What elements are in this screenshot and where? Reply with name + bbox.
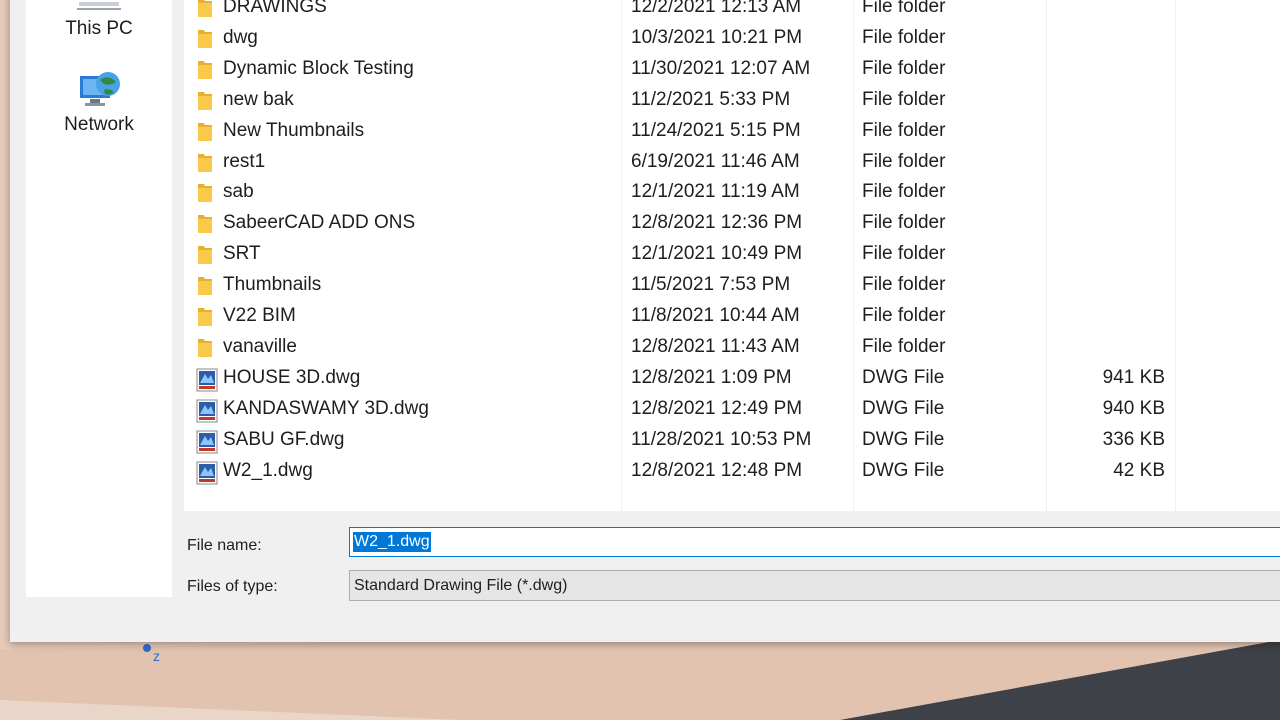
folder-icon xyxy=(196,121,214,148)
file-type-cell: File folder xyxy=(862,119,946,141)
dwg-file-icon xyxy=(196,430,218,459)
file-type-cell: DWG File xyxy=(862,428,945,450)
date-modified-cell: 6/19/2021 11:46 AM xyxy=(631,150,800,172)
file-name-cell: sab xyxy=(223,181,254,203)
file-type-cell: DWG File xyxy=(862,397,945,419)
date-modified-cell: 11/30/2021 12:07 AM xyxy=(631,57,811,79)
folder-icon xyxy=(196,90,214,117)
date-modified-cell: 10/3/2021 10:21 PM xyxy=(631,26,803,48)
file-name-cell: SABU GF.dwg xyxy=(223,428,345,450)
file-type-cell: File folder xyxy=(862,57,946,79)
file-name-cell: SabeerCAD ADD ONS xyxy=(223,212,416,234)
folder-icon xyxy=(196,213,214,240)
file-name-cell: dwg xyxy=(223,26,258,48)
folder-icon xyxy=(196,275,214,302)
nav-item-label: Network xyxy=(64,114,134,135)
file-name-cell: DRAWINGS xyxy=(223,0,327,17)
file-name-cell: HOUSE 3D.dwg xyxy=(223,366,361,388)
list-item[interactable]: DRAWINGS 12/2/2021 12:13 AM File folder xyxy=(184,0,1280,24)
file-size-cell: 336 KB xyxy=(1102,428,1165,450)
file-type-cell: File folder xyxy=(862,181,946,203)
file-name-value: W2_1.dwg xyxy=(353,532,431,552)
list-item[interactable]: SabeerCAD ADD ONS 12/8/2021 12:36 PM File … xyxy=(184,209,1280,240)
list-item[interactable]: SABU GF.dwg 11/28/2021 10:53 PM DWG File 33… xyxy=(184,426,1280,457)
file-name-cell: vanaville xyxy=(223,335,297,357)
folder-icon xyxy=(196,244,214,271)
file-name-label: File name: xyxy=(187,537,262,554)
date-modified-cell: 11/28/2021 10:53 PM xyxy=(631,428,812,450)
date-modified-cell: 11/2/2021 5:33 PM xyxy=(631,88,791,110)
file-size-cell: 42 KB xyxy=(1113,459,1165,481)
folder-icon xyxy=(196,152,214,179)
network-icon xyxy=(80,72,120,106)
folder-icon xyxy=(196,306,214,333)
file-name-cell: new bak xyxy=(223,88,294,110)
svg-text:z: z xyxy=(153,648,160,664)
file-name-cell: rest1 xyxy=(223,150,266,172)
file-type-cell: File folder xyxy=(862,305,946,326)
list-item[interactable]: Dynamic Block Testing 11/30/2021 12:07 AM… xyxy=(184,55,1280,86)
file-name-cell: Dynamic Block Testing xyxy=(223,57,414,79)
file-type-cell: File folder xyxy=(862,88,946,110)
list-item[interactable]: Thumbnails 11/5/2021 7:53 PM File folder xyxy=(184,271,1280,302)
file-type-cell: DWG File xyxy=(862,459,945,481)
nav-item-label: This PC xyxy=(65,18,133,39)
folder-icon xyxy=(196,337,214,364)
folder-icon xyxy=(196,59,214,86)
date-modified-cell: 12/1/2021 10:49 PM xyxy=(631,243,803,265)
date-modified-cell: 12/8/2021 1:09 PM xyxy=(631,366,792,388)
file-type-cell: File folder xyxy=(862,150,946,172)
folder-icon xyxy=(196,0,214,24)
list-item[interactable]: SRT 12/1/2021 10:49 PM File folder xyxy=(184,240,1280,271)
file-type-value: Standard Drawing File (*.dwg) xyxy=(354,577,568,594)
file-type-cell: File folder xyxy=(862,335,946,357)
file-type-cell: File folder xyxy=(862,243,946,265)
list-item[interactable]: New Thumbnails 11/24/2021 5:15 PM File fol… xyxy=(184,117,1280,148)
file-type-cell: File folder xyxy=(862,26,946,48)
list-item[interactable]: HOUSE 3D.dwg 12/8/2021 1:09 PM DWG File 941… xyxy=(184,364,1280,395)
file-type-cell: DWG File xyxy=(862,366,945,388)
date-modified-cell: 12/2/2021 12:13 AM xyxy=(631,0,802,17)
date-modified-cell: 12/1/2021 11:19 AM xyxy=(631,181,800,203)
folder-icon xyxy=(196,28,214,55)
file-type-label: Files of type: xyxy=(187,578,278,595)
file-size-cell: 941 KB xyxy=(1102,366,1165,388)
folder-icon xyxy=(196,182,214,209)
date-modified-cell: 12/8/2021 12:36 PM xyxy=(631,212,803,234)
list-item[interactable]: KANDASWAMY 3D.dwg 12/8/2021 12:49 PM DWG F… xyxy=(184,395,1280,426)
desktop-shortcut-icon[interactable]: z xyxy=(138,640,170,664)
file-size-cell: 940 KB xyxy=(1102,397,1165,419)
file-name-cell: SRT xyxy=(223,243,261,265)
file-name-input[interactable]: W2_1.dwg xyxy=(349,527,1280,557)
computer-icon xyxy=(77,2,121,10)
list-item[interactable]: sab 12/1/2021 11:19 AM File folder xyxy=(184,178,1280,209)
date-modified-cell: 11/5/2021 7:53 PM xyxy=(631,274,791,296)
date-modified-cell: 12/8/2021 12:48 PM xyxy=(631,459,803,481)
file-type-cell: File folder xyxy=(862,0,946,17)
dwg-file-icon xyxy=(196,461,218,490)
file-name-cell: KANDASWAMY 3D.dwg xyxy=(223,397,429,419)
date-modified-cell: 11/8/2021 10:44 AM xyxy=(631,305,800,326)
file-name-cell: V22 BIM xyxy=(223,305,296,326)
date-modified-cell: 12/8/2021 11:43 AM xyxy=(631,335,800,357)
list-item[interactable]: rest1 6/19/2021 11:46 AM File folder xyxy=(184,148,1280,179)
dwg-file-icon xyxy=(196,368,218,397)
file-type-cell: File folder xyxy=(862,274,946,296)
date-modified-cell: 11/24/2021 5:15 PM xyxy=(631,119,801,141)
nav-item-this-pc[interactable]: This PC xyxy=(26,0,172,40)
file-name-cell: New Thumbnails xyxy=(223,119,365,141)
list-item[interactable]: W2_1.dwg 12/8/2021 12:48 PM DWG File 42 KB xyxy=(184,457,1280,488)
file-name-cell: W2_1.dwg xyxy=(223,459,313,481)
list-item[interactable]: dwg 10/3/2021 10:21 PM File folder xyxy=(184,24,1280,55)
list-item[interactable]: new bak 11/2/2021 5:33 PM File folder xyxy=(184,86,1280,117)
date-modified-cell: 12/8/2021 12:49 PM xyxy=(631,397,803,419)
list-item[interactable]: V22 BIM 11/8/2021 10:44 AM File folder xyxy=(184,302,1280,333)
list-item[interactable]: vanaville 12/8/2021 11:43 AM File folder xyxy=(184,333,1280,364)
nav-item-network[interactable]: Network xyxy=(26,66,172,136)
file-type-select[interactable]: Standard Drawing File (*.dwg) xyxy=(349,570,1280,601)
dwg-file-icon xyxy=(196,399,218,428)
file-name-cell: Thumbnails xyxy=(223,274,322,296)
file-type-cell: File folder xyxy=(862,212,946,234)
